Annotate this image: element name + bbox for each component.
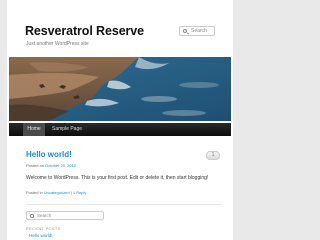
search-placeholder: Search [191,28,207,34]
category-link[interactable]: Uncategorized [44,190,70,195]
post-content: Welcome to WordPress. This is your first… [26,175,209,181]
page: Resveratrol Reserve Just another WordPre… [7,0,233,240]
post-meta-footer: Posted in Uncategorized | 1 Reply [26,190,86,195]
search-icon [30,214,34,218]
nav-item-home[interactable]: Home [23,123,45,136]
header-search-input[interactable]: Search [179,26,215,36]
sidebar-search-placeholder: Search [37,213,52,218]
recent-post-link[interactable]: Hello world! [29,233,53,238]
posted-in-label: Posted in [26,190,44,195]
comment-count-bubble[interactable]: 1 [206,151,220,160]
header-image-graphic [9,57,231,121]
site-description: Just another WordPress site [26,41,89,47]
post-meta-date: Posted on October 20, 2012 [26,163,76,168]
header-image[interactable] [9,57,231,121]
post-date-link[interactable]: October 20, 2012 [45,163,76,168]
posted-on-label: Posted on [26,163,46,168]
recent-posts-heading: RECENT POSTS [26,226,61,231]
content-divider [26,204,222,205]
post-title-link[interactable]: Hello world! [26,150,72,159]
sidebar-search-input[interactable]: Search [26,211,104,220]
nav-item-sample-page[interactable]: Sample Page [51,123,83,136]
reply-link[interactable]: 1 Reply [73,190,87,195]
site-title[interactable]: Resveratrol Reserve [25,24,144,38]
search-icon [183,29,187,33]
main-navigation: Home Sample Page [9,123,231,136]
